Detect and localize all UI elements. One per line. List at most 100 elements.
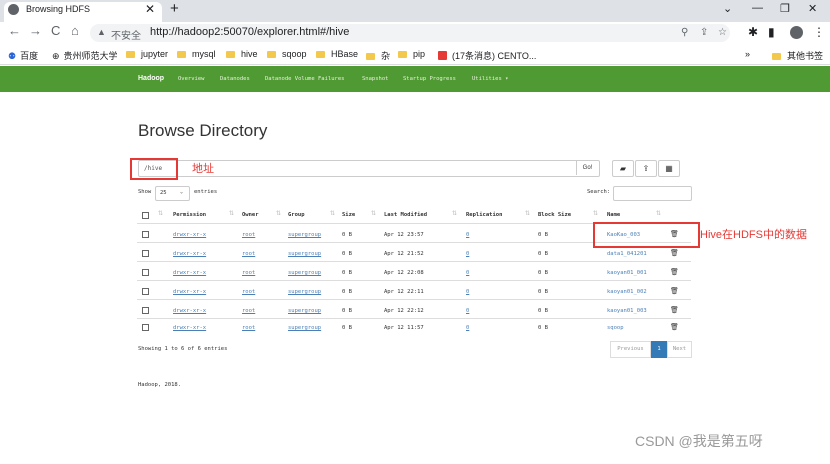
sort-icon[interactable]: ⇅	[276, 210, 281, 217]
name-link[interactable]: kaoyan01_003	[607, 308, 647, 314]
owner-link[interactable]: root	[242, 325, 255, 331]
col-group[interactable]: Group	[288, 212, 305, 218]
sort-icon[interactable]: ⇅	[525, 210, 530, 217]
upload-icon[interactable]: ⇪	[635, 160, 657, 177]
bookmark-jupyter[interactable]: jupyter	[126, 49, 168, 59]
name-link[interactable]: data1_041201	[607, 251, 647, 257]
owner-link[interactable]: root	[242, 232, 255, 238]
group-link[interactable]: supergroup	[288, 289, 321, 295]
share-icon[interactable]: ⇪	[700, 27, 708, 38]
permission-link[interactable]: drwxr-xr-x	[173, 270, 206, 276]
col-permission[interactable]: Permission	[173, 212, 206, 218]
sort-icon[interactable]: ⇅	[158, 210, 163, 217]
permission-link[interactable]: drwxr-xr-x	[173, 325, 206, 331]
row-checkbox[interactable]	[142, 288, 149, 295]
row-checkbox[interactable]	[142, 269, 149, 276]
owner-link[interactable]: root	[242, 251, 255, 257]
replication-link[interactable]: 0	[466, 232, 469, 238]
zoom-icon[interactable]: ⚲	[681, 27, 688, 38]
col-last-modified[interactable]: Last Modified	[384, 212, 427, 218]
bookmark-star-icon[interactable]: ☆	[718, 27, 727, 38]
pagination-next[interactable]: Next	[667, 341, 692, 358]
trash-icon[interactable]: 🗑	[670, 287, 679, 295]
forward-button[interactable]: →	[29, 23, 42, 38]
replication-link[interactable]: 0	[466, 308, 469, 314]
bookmark-gznu[interactable]: ⊕ 贵州师范大学	[52, 49, 118, 62]
trash-icon[interactable]: 🗑	[670, 323, 679, 331]
nav-startup-progress[interactable]: Startup Progress	[403, 76, 456, 82]
owner-link[interactable]: root	[242, 289, 255, 295]
trash-icon[interactable]: 🗑	[670, 306, 679, 314]
row-checkbox[interactable]	[142, 307, 149, 314]
row-checkbox[interactable]	[142, 250, 149, 257]
permission-link[interactable]: drwxr-xr-x	[173, 251, 206, 257]
name-link[interactable]: sqoop	[607, 325, 624, 331]
go-button[interactable]: Go!	[576, 161, 598, 175]
bookmarks-overflow[interactable]: »	[745, 49, 750, 59]
bookmark-sqoop[interactable]: sqoop	[267, 49, 307, 59]
security-label[interactable]: 不安全	[111, 27, 141, 42]
col-replication[interactable]: Replication	[466, 212, 502, 218]
create-directory-icon[interactable]: ▰	[612, 160, 634, 177]
menu-icon[interactable]: ⋮	[813, 25, 825, 39]
col-name[interactable]: Name	[607, 212, 620, 218]
pagination-page-1[interactable]: 1	[651, 341, 667, 358]
bookmark-baidu[interactable]: ⚉ 百度	[8, 49, 38, 62]
select-all-checkbox[interactable]	[142, 212, 149, 219]
hadoop-brand[interactable]: Hadoop	[138, 75, 164, 82]
entries-select-value[interactable]: 25	[160, 190, 167, 196]
search-input[interactable]	[613, 186, 692, 201]
sort-icon[interactable]: ⇅	[330, 210, 335, 217]
maximize-button[interactable]: ❐	[780, 2, 790, 15]
row-checkbox[interactable]	[142, 324, 149, 331]
name-link[interactable]: kaoyan01_002	[607, 289, 647, 295]
replication-link[interactable]: 0	[466, 270, 469, 276]
sort-icon[interactable]: ⇅	[656, 210, 661, 217]
nav-datanodes[interactable]: Datanodes	[220, 76, 250, 82]
col-size[interactable]: Size	[342, 212, 355, 218]
home-button[interactable]: ⌂	[71, 23, 79, 38]
url-text[interactable]: http://hadoop2:50070/explorer.html#/hive	[150, 26, 349, 38]
name-link[interactable]: kaoyan01_001	[607, 270, 647, 276]
group-link[interactable]: supergroup	[288, 308, 321, 314]
permission-link[interactable]: drwxr-xr-x	[173, 308, 206, 314]
sort-icon[interactable]: ⇅	[452, 210, 457, 217]
replication-link[interactable]: 0	[466, 289, 469, 295]
sort-icon[interactable]: ⇅	[371, 210, 376, 217]
col-owner[interactable]: Owner	[242, 212, 259, 218]
group-link[interactable]: supergroup	[288, 325, 321, 331]
sidepanel-icon[interactable]: ▮	[768, 25, 775, 39]
bookmark-pip[interactable]: pip	[398, 49, 425, 59]
profile-avatar[interactable]	[790, 26, 803, 39]
replication-link[interactable]: 0	[466, 251, 469, 257]
col-block-size[interactable]: Block Size	[538, 212, 571, 218]
nav-snapshot[interactable]: Snapshot	[362, 76, 389, 82]
minimize-button[interactable]: —	[752, 2, 763, 14]
bookmark-csdn[interactable]: (17条消息) CENTO...	[438, 49, 536, 62]
bookmark-hive[interactable]: hive	[226, 49, 258, 59]
trash-icon[interactable]: 🗑	[670, 249, 679, 257]
bookmark-hbase[interactable]: HBase	[316, 49, 358, 59]
extensions-icon[interactable]: ✱	[748, 25, 758, 39]
nav-utilities[interactable]: Utilities ▾	[472, 76, 508, 82]
new-tab-button[interactable]: +	[170, 0, 179, 17]
replication-link[interactable]: 0	[466, 325, 469, 331]
sort-icon[interactable]: ⇅	[593, 210, 598, 217]
bookmark-mysql[interactable]: mysql	[177, 49, 216, 59]
cut-paste-icon[interactable]: ▦	[658, 160, 680, 177]
tab-close-icon[interactable]: ✕	[145, 2, 155, 16]
tab-search-icon[interactable]: ⌄	[723, 2, 732, 15]
close-window-button[interactable]: ✕	[808, 2, 817, 15]
group-link[interactable]: supergroup	[288, 251, 321, 257]
sort-icon[interactable]: ⇅	[229, 210, 234, 217]
group-link[interactable]: supergroup	[288, 232, 321, 238]
trash-icon[interactable]: 🗑	[670, 268, 679, 276]
back-button[interactable]: ←	[8, 23, 21, 38]
pagination-previous[interactable]: Previous	[610, 341, 651, 358]
reload-button[interactable]: C	[51, 23, 60, 38]
permission-link[interactable]: drwxr-xr-x	[173, 289, 206, 295]
owner-link[interactable]: root	[242, 308, 255, 314]
nav-volume-failures[interactable]: Datanode Volume Failures	[265, 76, 344, 82]
group-link[interactable]: supergroup	[288, 270, 321, 276]
nav-overview[interactable]: Overview	[178, 76, 205, 82]
